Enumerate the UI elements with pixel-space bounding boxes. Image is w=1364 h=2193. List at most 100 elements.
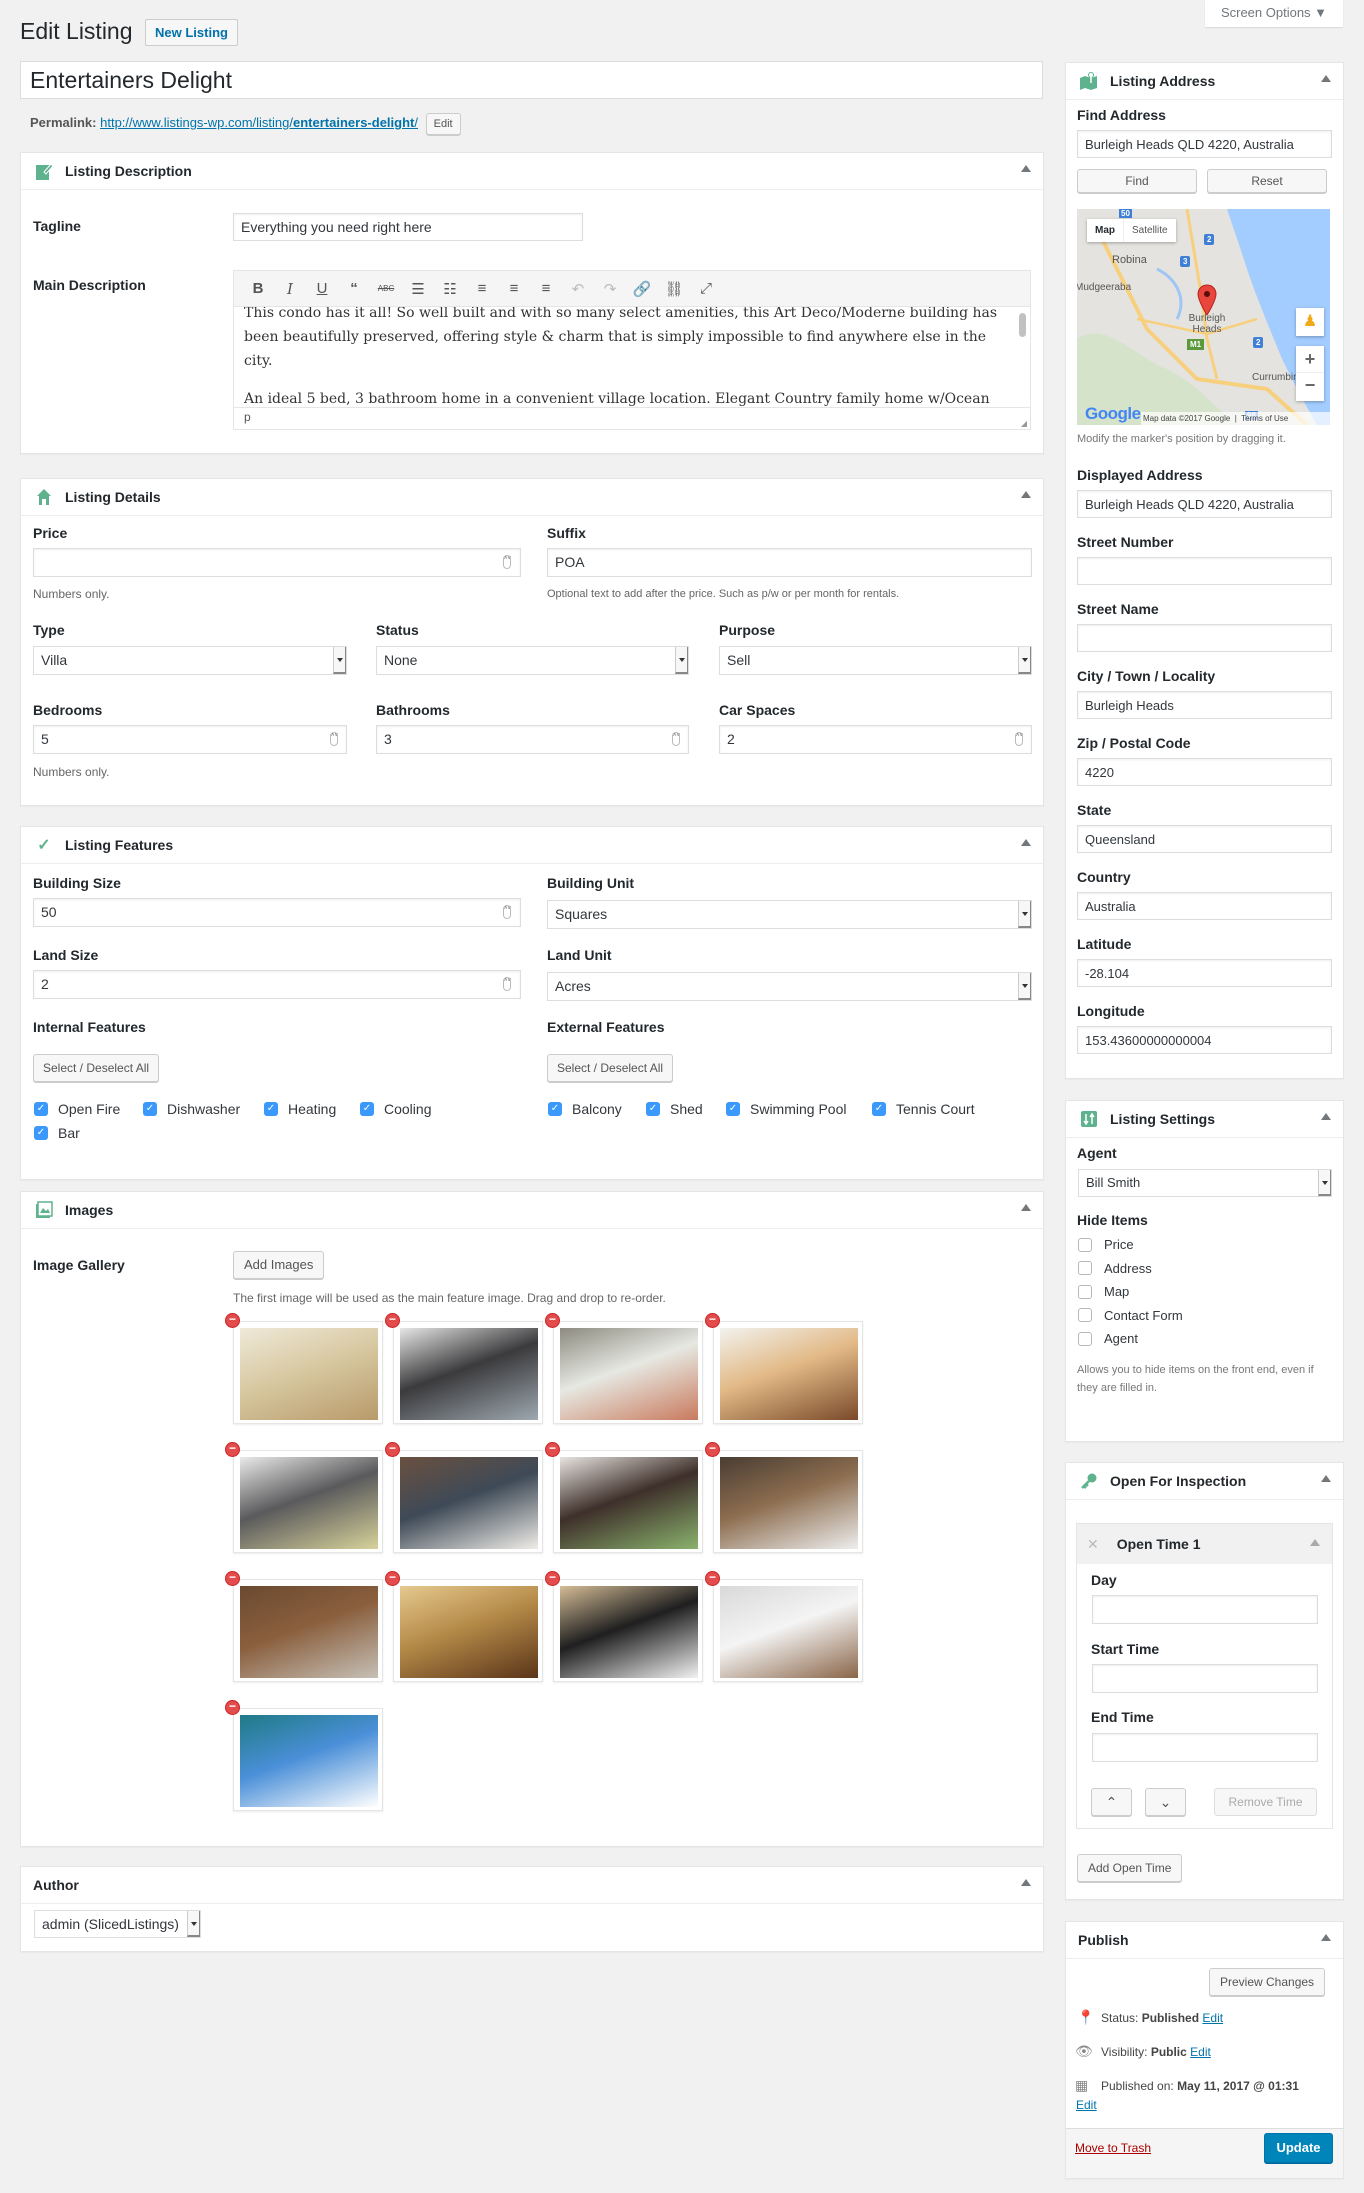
align-left-icon[interactable]: ≡ [466,280,498,297]
underline-icon[interactable]: U [306,280,338,297]
numbered-list-icon[interactable]: ☷ [434,280,466,298]
remove-image-icon[interactable]: − [225,1571,240,1586]
description-editor[interactable]: B I U “ ABC ☰ ☷ ≡ ≡ ≡ ↶ ↷ 🔗 ⛓ ⤢ This con… [233,270,1031,430]
end-time-input[interactable] [1092,1733,1318,1762]
feature-heating-checkbox[interactable]: ✓ Heating [264,1101,336,1117]
collapse-toggle-icon[interactable] [1321,1475,1331,1482]
gallery-item[interactable]: − [545,1442,703,1553]
preview-changes-button[interactable]: Preview Changes [1209,1968,1326,1996]
images-header[interactable]: Images [21,1192,1043,1229]
remove-image-icon[interactable]: − [385,1313,400,1328]
link-icon[interactable]: 🔗 [626,280,658,298]
permalink-link[interactable]: http://www.listings-wp.com/listing/enter… [100,115,418,130]
zoom-out-button[interactable]: − [1296,373,1324,400]
feature-balcony-checkbox[interactable]: ✓ Balcony [548,1101,622,1117]
bedrooms-spinner[interactable]: ˄˅ [330,732,338,746]
remove-image-icon[interactable]: − [545,1313,560,1328]
gallery-item[interactable]: − [225,1442,383,1553]
purpose-select[interactable]: Sell [719,646,1032,675]
collapse-toggle-icon[interactable] [1321,75,1331,82]
listing-settings-header[interactable]: Listing Settings [1066,1101,1343,1138]
remove-image-icon[interactable]: − [385,1442,400,1457]
bathrooms-spinner[interactable]: ˄˅ [672,732,680,746]
collapse-toggle-icon[interactable] [1021,839,1031,846]
address-field-input[interactable]: Queensland [1077,825,1332,853]
hide-item-checkbox[interactable]: Contact Form [1078,1308,1183,1323]
external-select-all-button[interactable]: Select / Deselect All [547,1054,674,1082]
feature-open-fire-checkbox[interactable]: ✓ Open Fire [34,1101,120,1117]
gallery-item[interactable]: − [545,1313,703,1424]
building-size-input[interactable]: 50 [33,898,521,927]
remove-image-icon[interactable]: − [225,1442,240,1457]
strikethrough-icon[interactable]: ABC [370,284,402,293]
suffix-input[interactable]: POA [547,548,1032,577]
permalink-edit-button[interactable]: Edit [425,112,461,135]
bathrooms-input[interactable]: 3 [376,725,689,754]
listing-details-header[interactable]: Listing Details [21,479,1043,516]
edit-visibility-link[interactable]: Edit [1190,2045,1211,2059]
land-size-input[interactable]: 2 [33,970,521,999]
remove-image-icon[interactable]: − [545,1571,560,1586]
land-size-spinner[interactable]: ˄˅ [503,977,511,991]
land-unit-select[interactable]: Acres [547,972,1032,1001]
collapse-toggle-icon[interactable] [1021,1204,1031,1211]
fullscreen-icon[interactable]: ⤢ [690,280,722,297]
car-spaces-input[interactable]: 2 [719,725,1032,754]
map-tab-map[interactable]: Map [1087,219,1123,242]
address-field-input[interactable]: Australia [1077,892,1332,920]
editor-content[interactable]: This condo has it all! So well built and… [234,307,1030,407]
find-address-input[interactable]: Burleigh Heads QLD 4220, Australia [1077,130,1332,158]
building-unit-select[interactable]: Squares [547,900,1032,929]
remove-image-icon[interactable]: − [225,1700,240,1715]
gallery-item[interactable]: − [705,1571,863,1682]
remove-image-icon[interactable]: − [705,1571,720,1586]
remove-image-icon[interactable]: − [545,1442,560,1457]
tagline-input[interactable]: Everything you need right here [233,213,583,241]
align-right-icon[interactable]: ≡ [530,280,562,297]
move-down-button[interactable]: ⌄ [1145,1788,1186,1816]
edit-date-link[interactable]: Edit [1076,2098,1097,2112]
new-listing-button[interactable]: New Listing [145,19,238,46]
gallery-item[interactable]: − [225,1700,383,1811]
gallery-item[interactable]: − [385,1313,543,1424]
building-size-spinner[interactable]: ˄˅ [503,905,511,919]
location-map[interactable]: Map Satellite Robina Mudgeeraba Burleigh… [1077,209,1330,425]
collapse-toggle-icon[interactable] [1021,1879,1031,1886]
align-center-icon[interactable]: ≡ [498,280,530,297]
hide-item-checkbox[interactable]: Price [1078,1237,1134,1252]
street-view-pegman-icon[interactable]: ♟ [1296,308,1324,336]
feature-swimming-pool-checkbox[interactable]: ✓ Swimming Pool [726,1101,846,1117]
car-spaces-spinner[interactable]: ˄˅ [1015,732,1023,746]
feature-cooling-checkbox[interactable]: ✓ Cooling [360,1101,431,1117]
address-field-input[interactable]: -28.104 [1077,959,1332,987]
remove-image-icon[interactable]: − [705,1442,720,1457]
bullet-list-icon[interactable]: ☰ [402,280,434,298]
bedrooms-input[interactable]: 5 [33,725,347,754]
collapse-toggle-icon[interactable] [1021,165,1031,172]
listing-description-header[interactable]: Listing Description [21,153,1043,190]
open-time-group-header[interactable]: ✕ Open Time 1 [1077,1524,1332,1564]
address-field-input[interactable]: 153.43600000000004 [1077,1026,1332,1054]
add-open-time-button[interactable]: Add Open Time [1077,1854,1183,1882]
collapse-toggle-icon[interactable] [1021,491,1031,498]
feature-shed-checkbox[interactable]: ✓ Shed [646,1101,703,1117]
start-time-input[interactable] [1092,1664,1318,1693]
italic-icon[interactable]: I [274,280,306,298]
address-field-input[interactable]: Burleigh Heads [1077,691,1332,719]
unlink-icon[interactable]: ⛓ [658,280,690,298]
element-path[interactable]: p [244,410,251,424]
move-to-trash-link[interactable]: Move to Trash [1075,2141,1151,2155]
redo-icon[interactable]: ↷ [594,280,626,298]
status-select[interactable]: None [376,646,689,675]
reset-button[interactable]: Reset [1207,169,1327,193]
internal-select-all-button[interactable]: Select / Deselect All [33,1054,160,1082]
resize-handle-icon[interactable]: ◢ [1021,419,1027,428]
bold-icon[interactable]: B [242,280,274,297]
hide-item-checkbox[interactable]: Address [1078,1261,1152,1276]
price-input[interactable] [33,548,521,577]
collapse-toggle-icon[interactable] [1321,1934,1331,1941]
remove-time-button[interactable]: Remove Time [1214,1788,1317,1816]
gallery-item[interactable]: − [705,1442,863,1553]
zoom-in-button[interactable]: + [1296,346,1324,373]
type-select[interactable]: Villa [33,646,347,675]
